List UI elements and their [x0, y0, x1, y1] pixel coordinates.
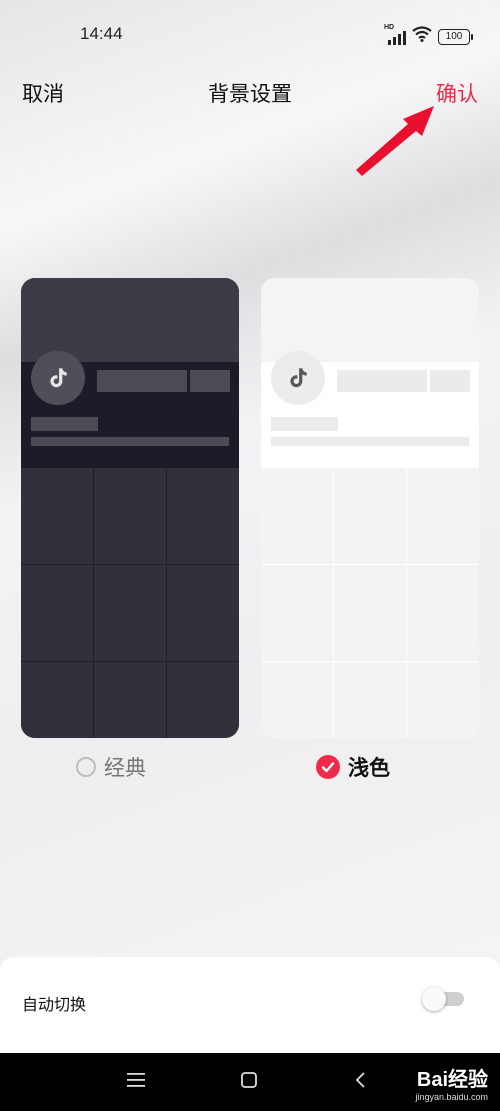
auto-switch-panel: 自动切换 [0, 957, 500, 1053]
home-icon[interactable] [240, 1071, 258, 1094]
preview-id-placeholder [31, 417, 98, 431]
status-icons: HD 100 [384, 24, 473, 47]
preview-header-area [21, 278, 239, 362]
toggle-knob [422, 987, 446, 1011]
watermark-url: jingyan.baidu.com [415, 1092, 488, 1102]
status-bar: 14:44 HD 100 [0, 0, 500, 70]
preview-name-placeholder [337, 370, 427, 392]
preview-grid-cell [261, 662, 333, 738]
preview-header-area [261, 278, 479, 362]
preview-grid-cell [261, 468, 333, 564]
preview-grid-cell [94, 565, 166, 661]
preview-button-placeholder [190, 370, 230, 392]
network-type-label: HD [384, 23, 395, 31]
radio-checked-icon[interactable] [316, 755, 340, 779]
preview-id-placeholder [271, 417, 338, 431]
tiktok-logo-icon [271, 351, 325, 405]
radio-unchecked-icon[interactable] [76, 757, 96, 777]
preview-grid-cell [167, 468, 239, 564]
preview-name-placeholder [97, 370, 187, 392]
system-nav-bar: Bai经验 jingyan.baidu.com [0, 1053, 500, 1111]
watermark-brand: Bai经验 [416, 1069, 488, 1091]
theme-option-label: 浅色 [348, 757, 390, 780]
preview-grid-cell [407, 468, 479, 564]
preview-grid-cell [94, 468, 166, 564]
back-icon[interactable] [354, 1071, 368, 1094]
preview-bio-placeholder [271, 437, 469, 446]
baidu-jingyan-watermark: Bai经验 jingyan.baidu.com [415, 1063, 488, 1102]
preview-video-grid [21, 468, 239, 738]
preview-grid-cell [21, 565, 93, 661]
theme-option-classic[interactable]: 经典 [76, 752, 146, 782]
theme-preview-light[interactable] [261, 278, 479, 738]
preview-grid-cell [167, 565, 239, 661]
preview-grid-cell [94, 662, 166, 738]
status-time: 14:44 [80, 24, 123, 43]
preview-grid-cell [407, 662, 479, 738]
preview-grid-cell [261, 565, 333, 661]
preview-profile-area [21, 351, 239, 468]
theme-preview-classic[interactable] [21, 278, 239, 738]
tiktok-logo-icon [31, 351, 85, 405]
auto-switch-toggle[interactable] [422, 987, 464, 1011]
preview-grid-cell [407, 565, 479, 661]
checkmark-icon [321, 762, 335, 773]
theme-option-label: 经典 [104, 757, 146, 780]
signal-icon: HD [384, 24, 406, 45]
preview-grid-cell [334, 662, 406, 738]
auto-switch-label: 自动切换 [22, 997, 87, 1014]
preview-grid-cell [334, 565, 406, 661]
battery-icon: 100 [438, 28, 473, 45]
preview-profile-area [261, 351, 479, 468]
preview-grid-cell [167, 662, 239, 738]
preview-grid-cell [334, 468, 406, 564]
annotation-arrow-icon [356, 106, 434, 176]
wifi-icon [412, 26, 432, 47]
preview-video-grid [261, 468, 479, 738]
theme-option-light[interactable]: 浅色 [316, 752, 390, 782]
menu-icon[interactable] [126, 1071, 146, 1094]
confirm-button[interactable]: 确认 [436, 78, 478, 108]
preview-button-placeholder [430, 370, 470, 392]
preview-grid-cell [21, 662, 93, 738]
preview-bio-placeholder [31, 437, 229, 446]
preview-grid-cell [21, 468, 93, 564]
